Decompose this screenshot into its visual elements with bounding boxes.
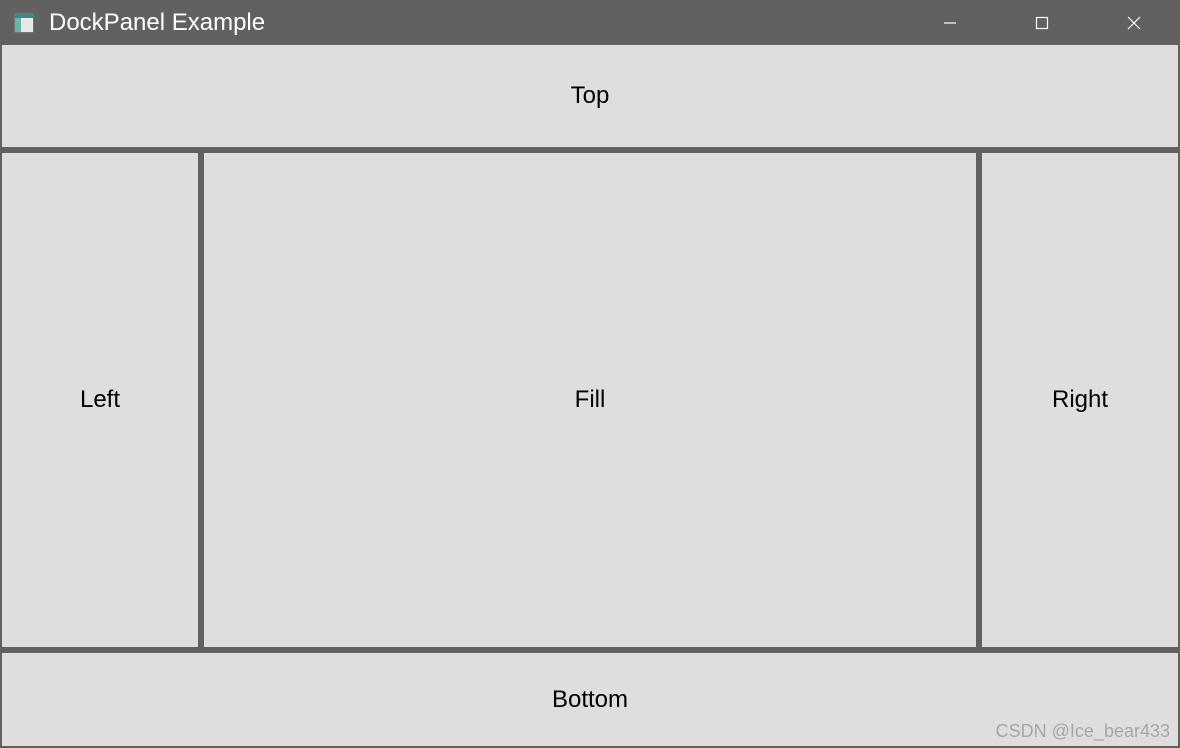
right-panel-label: Right (1052, 386, 1108, 414)
close-button[interactable] (1088, 0, 1180, 45)
middle-row: Left Fill Right (2, 153, 1178, 647)
top-panel-label: Top (571, 82, 610, 110)
close-icon (1127, 16, 1141, 30)
minimize-icon (943, 16, 957, 30)
window: DockPanel Example Top (0, 0, 1180, 748)
dock-panel: Top Left Fill Right Bottom (2, 45, 1178, 746)
window-title: DockPanel Example (49, 9, 904, 37)
fill-panel[interactable]: Fill (204, 153, 976, 647)
titlebar[interactable]: DockPanel Example (0, 0, 1180, 45)
top-panel[interactable]: Top (2, 45, 1178, 147)
left-panel-label: Left (80, 386, 120, 414)
minimize-button[interactable] (904, 0, 996, 45)
left-panel[interactable]: Left (2, 153, 198, 647)
maximize-button[interactable] (996, 0, 1088, 45)
bottom-panel-label: Bottom (552, 686, 628, 714)
maximize-icon (1035, 16, 1049, 30)
right-panel[interactable]: Right (982, 153, 1178, 647)
titlebar-controls (904, 0, 1180, 45)
bottom-panel[interactable]: Bottom (2, 653, 1178, 746)
fill-panel-label: Fill (575, 386, 606, 414)
app-icon (13, 12, 35, 34)
